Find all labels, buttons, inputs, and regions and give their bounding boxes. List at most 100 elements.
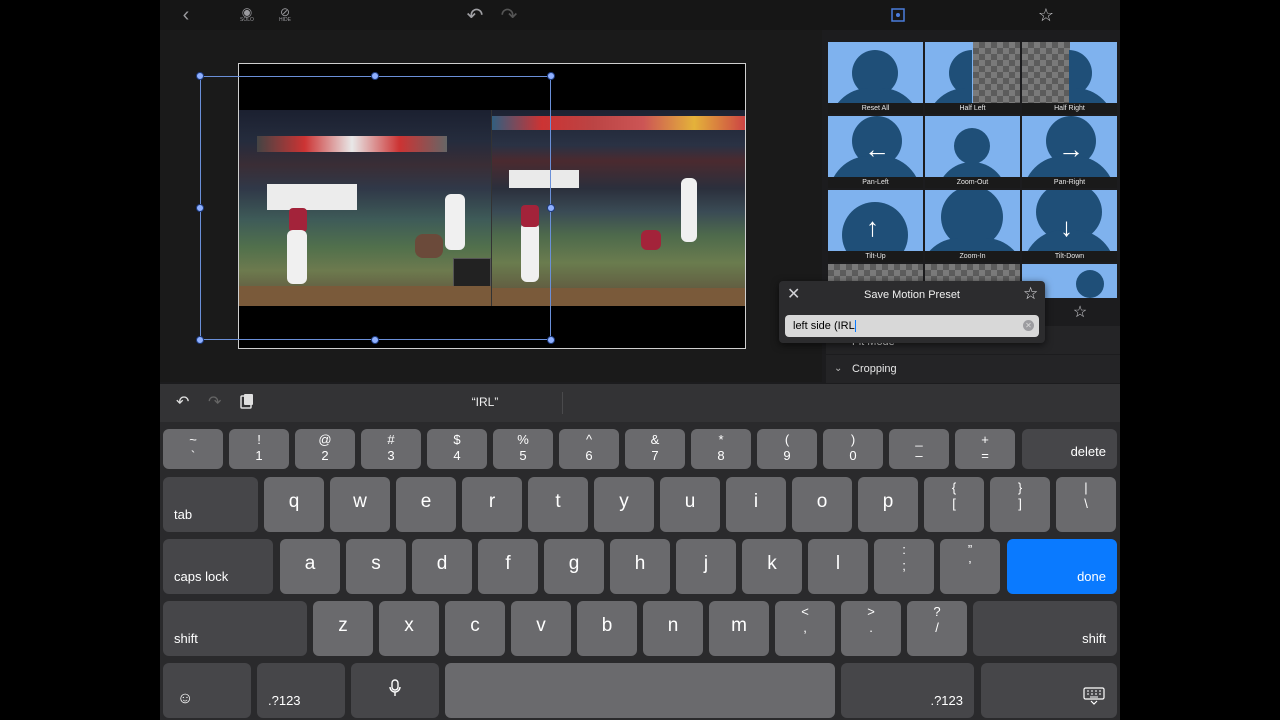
numbers-key-left[interactable]: .?123 <box>257 663 345 718</box>
letter-key-n[interactable]: n <box>643 601 703 656</box>
letter-key-x[interactable]: x <box>379 601 439 656</box>
hide-eye-button[interactable]: ⊘ HIDE <box>276 4 294 26</box>
letter-key-g[interactable]: g <box>544 539 604 594</box>
done-key[interactable]: done <box>1007 539 1117 594</box>
resize-handle-bottom[interactable] <box>371 336 379 344</box>
key-top-label: ~ <box>189 432 197 447</box>
number-key[interactable]: ~ ` <box>163 429 223 469</box>
letter-key-m[interactable]: m <box>709 601 769 656</box>
redo-icon[interactable]: ↷ <box>208 392 221 412</box>
letter-key-f[interactable]: f <box>478 539 538 594</box>
preset-reset-all[interactable]: Reset All <box>828 42 923 114</box>
preset-zoom-out[interactable]: Zoom-Out <box>925 116 1020 188</box>
favorites-star-icon[interactable]: ☆ <box>1036 4 1056 26</box>
number-key[interactable]: ) 0 <box>823 429 883 469</box>
paste-icon[interactable] <box>240 393 254 409</box>
letter-key-v[interactable]: v <box>511 601 571 656</box>
preset-label: Half Left <box>925 103 1020 114</box>
favorites-star-icon[interactable]: ☆ <box>1068 302 1092 324</box>
symbol-key[interactable]: ? / <box>907 601 967 656</box>
letter-key-y[interactable]: y <box>594 477 654 532</box>
redo-icon[interactable]: ↷ <box>498 4 520 27</box>
letter-key-q[interactable]: q <box>264 477 324 532</box>
letter-key-o[interactable]: o <box>792 477 852 532</box>
shift-right-key[interactable]: shift <box>973 601 1117 656</box>
back-chevron-icon[interactable]: ‹ <box>178 4 194 26</box>
number-key[interactable]: ! 1 <box>229 429 289 469</box>
cropping-row[interactable]: ⌄ Cropping <box>826 355 1120 383</box>
resize-handle-top[interactable] <box>371 72 379 80</box>
clear-text-icon[interactable]: ✕ <box>1023 320 1034 331</box>
predictive-suggestion[interactable]: “IRL” <box>405 395 565 409</box>
symbol-key[interactable]: {[ <box>924 477 984 532</box>
solo-eye-button[interactable]: ◉ SOLO <box>238 4 256 26</box>
key-bottom-label: 0 <box>849 448 857 463</box>
letter-key-k[interactable]: k <box>742 539 802 594</box>
letter-key-t[interactable]: t <box>528 477 588 532</box>
resize-handle-bottom-left[interactable] <box>196 336 204 344</box>
letter-key-s[interactable]: s <box>346 539 406 594</box>
symbol-key[interactable]: >. <box>841 601 901 656</box>
number-key[interactable]: @2 <box>295 429 355 469</box>
number-key[interactable]: _ – <box>889 429 949 469</box>
letter-key-b[interactable]: b <box>577 601 637 656</box>
letter-key-j[interactable]: j <box>676 539 736 594</box>
caps-lock-key[interactable]: caps lock <box>163 539 273 594</box>
resize-handle-bottom-right[interactable] <box>547 336 555 344</box>
number-key[interactable]: $4 <box>427 429 487 469</box>
number-key[interactable]: ^ 6 <box>559 429 619 469</box>
symbol-key[interactable]: :; <box>874 539 934 594</box>
letter-key-d[interactable]: d <box>412 539 472 594</box>
key-label: g <box>568 553 580 574</box>
letter-key-i[interactable]: i <box>726 477 786 532</box>
preset-tilt-down[interactable]: ↓ Tilt-Down <box>1022 190 1117 262</box>
preset-name-input[interactable]: left side (IRL ✕ <box>785 315 1039 337</box>
preset-half-left[interactable]: Half Left <box>925 42 1020 114</box>
undo-icon[interactable]: ↶ <box>464 4 486 27</box>
letter-key-r[interactable]: r <box>462 477 522 532</box>
letter-key-l[interactable]: l <box>808 539 868 594</box>
symbol-key[interactable]: }] <box>990 477 1050 532</box>
preset-zoom-in[interactable]: Zoom-In <box>925 190 1020 262</box>
resize-handle-right[interactable] <box>547 204 555 212</box>
number-key[interactable]: & 7 <box>625 429 685 469</box>
letter-key-h[interactable]: h <box>610 539 670 594</box>
preset-half-right[interactable]: Half Right <box>1022 42 1117 114</box>
letter-key-p[interactable]: p <box>858 477 918 532</box>
space-bar[interactable] <box>445 663 835 718</box>
selection-box[interactable] <box>200 76 551 340</box>
letter-key-w[interactable]: w <box>330 477 390 532</box>
preset-pan-right[interactable]: → Pan-Right <box>1022 116 1117 188</box>
letter-key-u[interactable]: u <box>660 477 720 532</box>
number-key[interactable]: #3 <box>361 429 421 469</box>
letter-key-a[interactable]: a <box>280 539 340 594</box>
emoji-key[interactable]: ☺ <box>163 663 251 718</box>
number-key[interactable]: * 8 <box>691 429 751 469</box>
letter-key-c[interactable]: c <box>445 601 505 656</box>
undo-icon[interactable]: ↶ <box>176 392 189 412</box>
tab-key[interactable]: tab <box>163 477 258 532</box>
delete-key[interactable]: delete <box>1022 429 1117 469</box>
preset-pan-left[interactable]: ← Pan-Left <box>828 116 923 188</box>
dismiss-keyboard-key[interactable] <box>981 663 1117 718</box>
letter-key-e[interactable]: e <box>396 477 456 532</box>
number-key[interactable]: (9 <box>757 429 817 469</box>
number-key[interactable]: % 5 <box>493 429 553 469</box>
dictation-key[interactable] <box>351 663 439 718</box>
resize-handle-top-left[interactable] <box>196 72 204 80</box>
letter-key-z[interactable]: z <box>313 601 373 656</box>
star-icon[interactable]: ☆ <box>1023 285 1038 303</box>
key-label: r <box>488 491 496 512</box>
symbol-key[interactable]: <, <box>775 601 835 656</box>
shift-left-key[interactable]: shift <box>163 601 307 656</box>
resize-handle-top-right[interactable] <box>547 72 555 80</box>
preset-tilt-up[interactable]: ↑ Tilt-Up <box>828 190 923 262</box>
key-bottom-label: 9 <box>783 448 791 463</box>
number-key[interactable]: + = <box>955 429 1015 469</box>
symbol-key[interactable]: | \ <box>1056 477 1116 532</box>
resize-handle-left[interactable] <box>196 204 204 212</box>
numbers-key-right[interactable]: .?123 <box>841 663 974 718</box>
transform-frame-icon[interactable] <box>890 4 906 26</box>
key-label: i <box>753 491 759 512</box>
symbol-key[interactable]: ”’ <box>940 539 1000 594</box>
